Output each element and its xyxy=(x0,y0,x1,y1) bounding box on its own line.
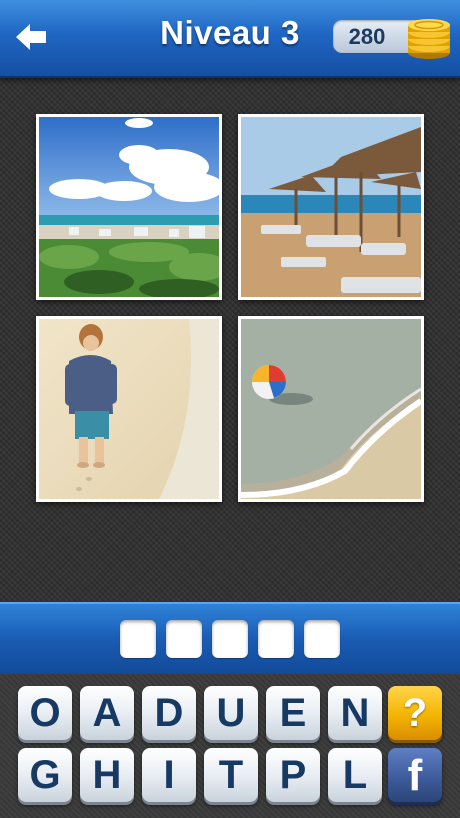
letter-key[interactable]: U xyxy=(204,686,258,740)
letter-key[interactable]: A xyxy=(80,686,134,740)
photo-beach-ball-wave[interactable] xyxy=(238,316,424,502)
letter-key[interactable]: T xyxy=(204,748,258,802)
beach-dunes-image xyxy=(39,117,219,297)
answer-bar xyxy=(0,602,460,676)
letter-key[interactable]: P xyxy=(266,748,320,802)
answer-slot[interactable] xyxy=(120,620,156,658)
answer-slot[interactable] xyxy=(258,620,294,658)
facebook-share-button[interactable]: f xyxy=(388,748,442,802)
facebook-icon: f xyxy=(407,751,423,800)
letter-key[interactable]: E xyxy=(266,686,320,740)
back-arrow-icon xyxy=(16,24,46,50)
back-button[interactable] xyxy=(14,20,50,54)
photo-child-on-sand[interactable] xyxy=(36,316,222,502)
child-on-sand-image xyxy=(39,319,219,499)
answer-slot[interactable] xyxy=(166,620,202,658)
letter-key[interactable]: H xyxy=(80,748,134,802)
gold-coins-icon xyxy=(408,19,450,59)
hint-button[interactable]: ? xyxy=(388,686,442,740)
letter-key[interactable]: G xyxy=(18,748,72,802)
coin-count: 280 xyxy=(348,24,386,49)
letter-key[interactable]: N xyxy=(328,686,382,740)
beach-umbrellas-image xyxy=(241,117,421,297)
question-mark-icon: ? xyxy=(402,691,428,735)
letter-key[interactable]: O xyxy=(18,686,72,740)
header-bar: Niveau 3 280 xyxy=(0,0,460,78)
beach-ball-wave-image xyxy=(241,319,421,499)
letter-key[interactable]: I xyxy=(142,748,196,802)
answer-slot[interactable] xyxy=(304,620,340,658)
answer-slot[interactable] xyxy=(212,620,248,658)
letter-key[interactable]: L xyxy=(328,748,382,802)
letter-key[interactable]: D xyxy=(142,686,196,740)
photo-beach-umbrellas[interactable] xyxy=(238,114,424,300)
photo-beach-dunes[interactable] xyxy=(36,114,222,300)
